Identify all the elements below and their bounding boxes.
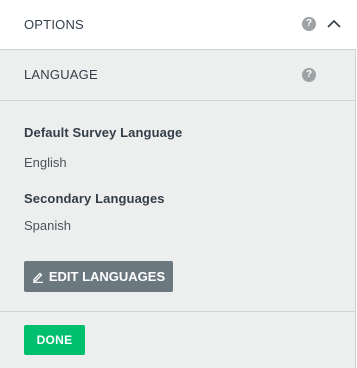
section-divider xyxy=(0,311,356,312)
language-help-icon[interactable]: ? xyxy=(302,68,316,82)
chevron-up-icon[interactable] xyxy=(326,17,342,31)
options-help-icon[interactable]: ? xyxy=(302,17,316,31)
pencil-icon xyxy=(32,272,43,283)
language-title: LANGUAGE xyxy=(24,67,98,82)
default-language-value: English xyxy=(24,155,67,170)
edit-languages-button[interactable]: EDIT LANGUAGES xyxy=(24,261,173,292)
default-language-label: Default Survey Language xyxy=(24,125,183,140)
secondary-languages-label: Secondary Languages xyxy=(24,191,165,206)
done-button[interactable]: DONE xyxy=(24,325,85,355)
options-title: OPTIONS xyxy=(24,17,84,32)
edit-languages-label: EDIT LANGUAGES xyxy=(48,269,166,284)
language-section-header: LANGUAGE ? xyxy=(0,50,356,101)
secondary-languages-value: Spanish xyxy=(24,218,71,233)
options-panel: OPTIONS ? LANGUAGE ? Default Survey Lang… xyxy=(0,0,356,368)
options-header[interactable]: OPTIONS ? xyxy=(0,0,356,50)
